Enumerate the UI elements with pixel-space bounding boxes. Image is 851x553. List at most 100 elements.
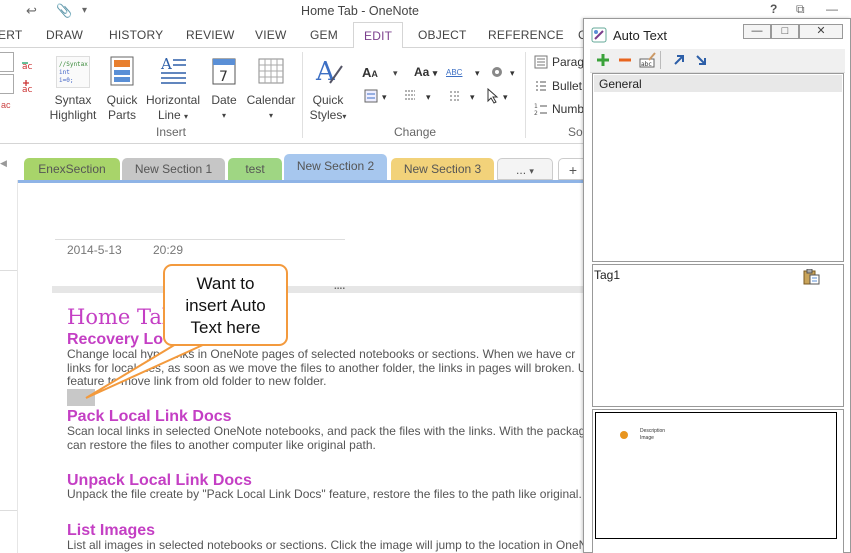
panel-close-button[interactable]: ✕ [799, 24, 843, 39]
bullets-button[interactable]: Bullet [552, 79, 582, 93]
change-case-button[interactable]: Aa ▾ [414, 65, 437, 79]
format-dropdown-icon[interactable]: ▾ [382, 92, 387, 103]
date-icon: 7 [211, 56, 237, 86]
spelling-icon[interactable]: ABC [446, 68, 462, 77]
tab-insert[interactable]: ERT [0, 28, 22, 42]
annotation-callout: Want to insert Auto Text here [163, 264, 288, 346]
search-box[interactable] [0, 52, 14, 72]
callout-line: insert Auto [185, 296, 266, 315]
rename-icon[interactable]: abc [639, 51, 657, 69]
line-spacing-icon[interactable] [403, 89, 417, 103]
section-tab-test[interactable]: test [228, 158, 282, 180]
quick-styles-button[interactable]: A Quick Styles▾ [304, 56, 352, 124]
spelling-dropdown-icon[interactable]: ▾ [475, 68, 480, 79]
section-tab-new-section-1[interactable]: New Section 1 [122, 158, 225, 180]
sort-group-label: So [568, 125, 583, 139]
panel-title-bar[interactable]: Auto Text — □ ✕ [584, 19, 850, 49]
preview-text: Description Image [640, 428, 666, 441]
tab-view[interactable]: VIEW [255, 28, 286, 42]
page-title[interactable]: Home Tab [67, 305, 175, 329]
group-separator [302, 52, 303, 138]
section-tab-new-section-3[interactable]: New Section 3 [391, 158, 494, 180]
select-dropdown-icon[interactable]: ▾ [503, 92, 508, 103]
tag-list: Tag1 [592, 264, 844, 407]
panel-minimize-button[interactable]: — [743, 24, 771, 39]
syntax-highlight-icon: //Syntax int i=0; [56, 56, 90, 88]
move-up-icon[interactable] [672, 53, 686, 67]
section-tab-enexsection[interactable]: EnexSection [24, 158, 120, 180]
insertion-point[interactable] [67, 389, 95, 406]
auto-text-panel: Auto Text — □ ✕ abc General Tag1 Descrip… [583, 18, 851, 553]
paragraph-text[interactable]: Unpack the file create by "Pack Local Li… [67, 487, 582, 502]
panel-restore-button[interactable]: □ [771, 24, 799, 39]
format-icon[interactable] [364, 89, 378, 103]
nav-collapse-icon[interactable]: ◀ [0, 158, 7, 170]
panel-toolbar: abc [590, 49, 845, 73]
tab-gem[interactable]: GEM [310, 28, 338, 42]
window-title: Home Tab - OneNote [301, 4, 419, 18]
list-item-general[interactable]: General [594, 75, 842, 92]
abc-add-icon[interactable]: ac [22, 80, 38, 95]
quick-parts-icon [110, 56, 134, 86]
horizontal-line-button[interactable]: A Horizontal Line ▾ [143, 55, 203, 124]
remove-icon[interactable] [618, 53, 632, 67]
tab-draw[interactable]: DRAW [46, 28, 83, 42]
add-icon[interactable] [596, 53, 610, 67]
search-box-2[interactable] [0, 74, 14, 94]
svg-text:abc: abc [641, 61, 652, 68]
help-button[interactable]: ? [770, 2, 777, 16]
preview-frame: Description Image [595, 412, 837, 539]
sidebar-divider [0, 270, 17, 271]
list-style-dropdown-icon[interactable]: ▾ [470, 92, 475, 103]
replace-icon[interactable]: ac [1, 100, 15, 110]
paste-icon[interactable] [802, 268, 820, 285]
page-time: 20:29 [153, 243, 184, 257]
gear-dropdown-icon[interactable]: ▾ [510, 68, 515, 79]
move-down-icon[interactable] [694, 53, 708, 67]
font-size-dropdown-icon[interactable]: ▾ [393, 68, 398, 79]
numbering-icon[interactable]: 12 [534, 102, 548, 117]
syntax-highlight-button[interactable]: //Syntax int i=0; Syntax Highlight [46, 56, 100, 123]
svg-text:2: 2 [534, 110, 538, 116]
section-tab-more[interactable]: ... ▾ [497, 158, 553, 180]
paragraph-text[interactable]: Scan local links in selected OneNote not… [67, 424, 585, 439]
tab-review[interactable]: REVIEW [186, 28, 235, 42]
quick-parts-button[interactable]: Quick Parts [102, 56, 142, 123]
horizontal-line-icon: A [159, 55, 187, 86]
paragraph-text[interactable]: can restore the files to another compute… [67, 438, 376, 453]
tab-reference[interactable]: REFERENCE [488, 28, 564, 42]
tab-edit[interactable]: EDIT [353, 22, 404, 49]
calendar-button[interactable]: Calendar ▾ [245, 56, 297, 123]
section-tab-new-section-2[interactable]: New Section 2 [284, 154, 387, 180]
quick-styles-icon: A [313, 56, 343, 87]
numbering-button[interactable]: Numb [552, 102, 584, 116]
ribbon-display-icon[interactable]: ⧉ [796, 2, 805, 17]
paragraph-text[interactable]: links for local files, as soon as we mov… [67, 361, 587, 376]
paragraph-button[interactable]: Parag [552, 55, 584, 69]
paragraph-icon[interactable] [534, 55, 548, 69]
svg-text:ac: ac [22, 85, 33, 94]
select-pointer-icon[interactable] [486, 87, 500, 104]
paragraph-text[interactable]: feature to move link from old folder to … [67, 374, 326, 389]
svg-text:1: 1 [534, 103, 538, 110]
line-spacing-dropdown-icon[interactable]: ▾ [426, 92, 431, 103]
outline-container-handle[interactable]: .... [52, 281, 592, 293]
notebook-sidebar [0, 180, 18, 553]
abc-icon[interactable]: ac [22, 58, 38, 72]
date-button[interactable]: 7 Date ▾ [205, 56, 243, 123]
minimize-button[interactable]: — [826, 2, 838, 16]
tab-object[interactable]: OBJECT [418, 28, 467, 42]
title-underline [55, 239, 345, 240]
grow-font-button[interactable]: AA [362, 65, 378, 80]
paragraph-text[interactable]: Change local hyperlinks in OneNote pages… [67, 347, 575, 362]
svg-text:A: A [315, 57, 336, 86]
bullets-icon[interactable] [534, 79, 548, 93]
auto-text-list: General [592, 73, 844, 262]
tag-item[interactable]: Tag1 [594, 268, 620, 282]
gear-icon[interactable] [490, 65, 504, 79]
svg-text:A: A [160, 56, 172, 73]
tab-history[interactable]: HISTORY [109, 28, 163, 42]
list-style-icon[interactable] [448, 89, 462, 103]
change-group-label: Change [394, 125, 437, 139]
paragraph-text[interactable]: List all images in selected notebooks or… [67, 538, 587, 553]
